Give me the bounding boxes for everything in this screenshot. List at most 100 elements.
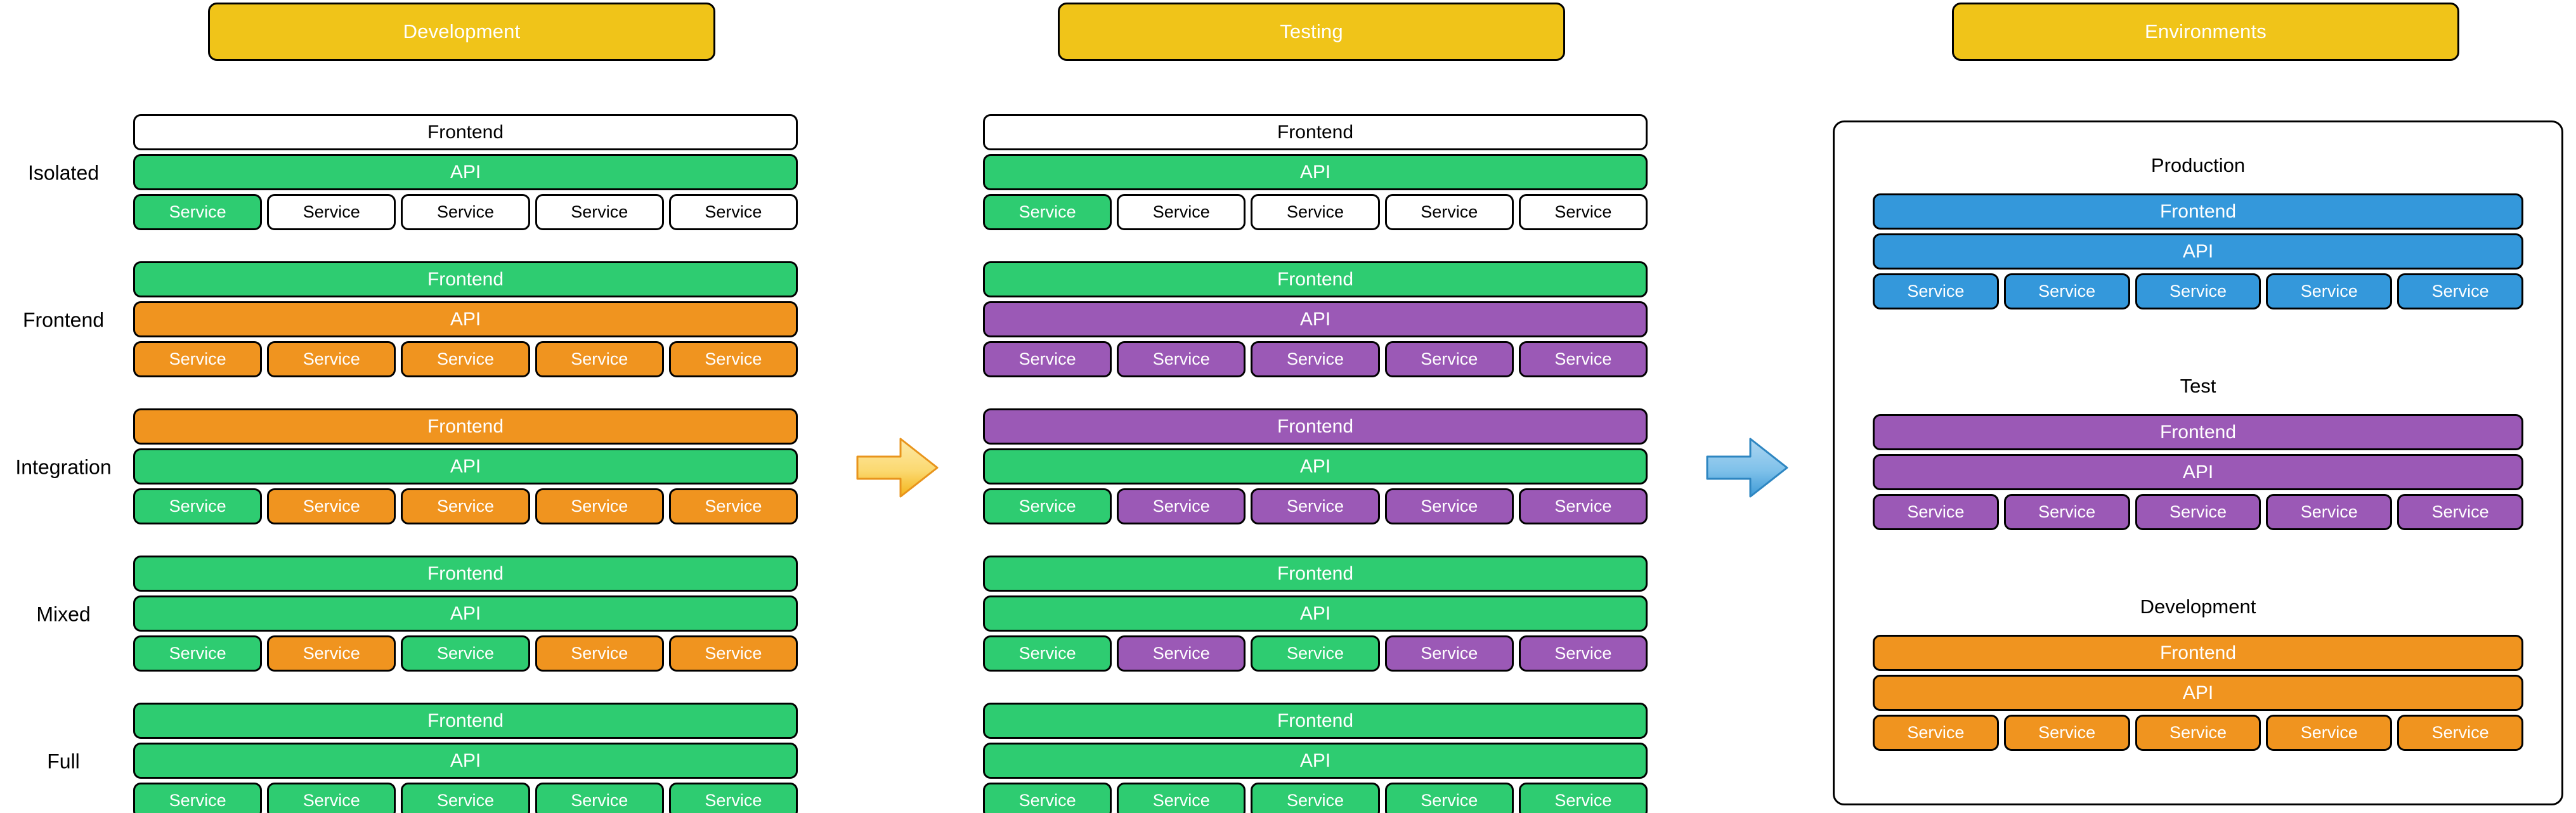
frontend-bar[interactable]: Frontend bbox=[1873, 414, 2523, 450]
service-box[interactable]: Service bbox=[668, 783, 798, 813]
frontend-bar[interactable]: Frontend bbox=[1873, 193, 2523, 230]
service-box[interactable]: Service bbox=[267, 488, 396, 524]
service-box[interactable]: Service bbox=[401, 635, 530, 672]
service-box[interactable]: Service bbox=[1873, 494, 1999, 530]
frontend-bar[interactable]: Frontend bbox=[133, 114, 798, 150]
service-box[interactable]: Service bbox=[983, 341, 1112, 377]
api-bar[interactable]: API bbox=[1873, 454, 2523, 490]
service-box[interactable]: Service bbox=[535, 194, 664, 230]
service-box[interactable]: Service bbox=[401, 488, 530, 524]
service-box[interactable]: Service bbox=[535, 783, 664, 813]
service-box[interactable]: Service bbox=[1384, 635, 1514, 672]
services-row: Service Service Service Service Service bbox=[133, 488, 798, 524]
service-box[interactable]: Service bbox=[2003, 273, 2130, 309]
service-box[interactable]: Service bbox=[1873, 715, 1999, 751]
service-box-label: Service bbox=[1152, 791, 1210, 810]
service-box[interactable]: Service bbox=[2397, 494, 2523, 530]
service-box[interactable]: Service bbox=[1251, 488, 1380, 524]
api-bar[interactable]: API bbox=[983, 595, 1648, 632]
service-box[interactable]: Service bbox=[1518, 488, 1648, 524]
api-bar[interactable]: API bbox=[983, 743, 1648, 779]
service-box[interactable]: Service bbox=[1518, 194, 1648, 230]
service-box-label: Service bbox=[1152, 497, 1210, 516]
api-bar[interactable]: API bbox=[133, 448, 798, 485]
service-box[interactable]: Service bbox=[668, 488, 798, 524]
service-box[interactable]: Service bbox=[668, 194, 798, 230]
frontend-bar[interactable]: Frontend bbox=[983, 114, 1648, 150]
frontend-bar-label: Frontend bbox=[427, 415, 504, 437]
service-box[interactable]: Service bbox=[133, 635, 263, 672]
frontend-bar[interactable]: Frontend bbox=[983, 703, 1648, 739]
service-box[interactable]: Service bbox=[267, 635, 396, 672]
api-bar[interactable]: API bbox=[983, 154, 1648, 190]
service-box[interactable]: Service bbox=[1518, 783, 1648, 813]
service-box[interactable]: Service bbox=[401, 783, 530, 813]
api-bar[interactable]: API bbox=[983, 301, 1648, 337]
service-box[interactable]: Service bbox=[2135, 273, 2261, 309]
api-bar[interactable]: API bbox=[983, 448, 1648, 485]
service-box[interactable]: Service bbox=[668, 635, 798, 672]
column-header-testing[interactable]: Testing bbox=[1058, 3, 1565, 61]
service-box[interactable]: Service bbox=[983, 194, 1112, 230]
service-box[interactable]: Service bbox=[1117, 341, 1246, 377]
service-box[interactable]: Service bbox=[1251, 635, 1380, 672]
service-box[interactable]: Service bbox=[668, 341, 798, 377]
service-box[interactable]: Service bbox=[2397, 715, 2523, 751]
api-bar[interactable]: API bbox=[1873, 233, 2523, 270]
service-box[interactable]: Service bbox=[535, 341, 664, 377]
frontend-bar[interactable]: Frontend bbox=[133, 556, 798, 592]
service-box[interactable]: Service bbox=[133, 194, 263, 230]
column-header-development[interactable]: Development bbox=[208, 3, 715, 61]
service-box[interactable]: Service bbox=[1518, 341, 1648, 377]
api-bar[interactable]: API bbox=[133, 595, 798, 632]
service-box[interactable]: Service bbox=[2266, 715, 2393, 751]
service-box[interactable]: Service bbox=[535, 635, 664, 672]
service-box[interactable]: Service bbox=[1251, 783, 1380, 813]
service-box[interactable]: Service bbox=[133, 783, 263, 813]
column-header-environments[interactable]: Environments bbox=[1952, 3, 2459, 61]
service-box[interactable]: Service bbox=[401, 194, 530, 230]
frontend-bar[interactable]: Frontend bbox=[133, 408, 798, 445]
api-bar[interactable]: API bbox=[133, 743, 798, 779]
service-box[interactable]: Service bbox=[2003, 715, 2130, 751]
service-box[interactable]: Service bbox=[2266, 494, 2393, 530]
service-box[interactable]: Service bbox=[983, 488, 1112, 524]
service-box-label: Service bbox=[302, 497, 360, 516]
service-box[interactable]: Service bbox=[2135, 715, 2261, 751]
api-bar[interactable]: API bbox=[1873, 675, 2523, 711]
service-box[interactable]: Service bbox=[267, 783, 396, 813]
service-box[interactable]: Service bbox=[1251, 194, 1380, 230]
service-box[interactable]: Service bbox=[1384, 341, 1514, 377]
api-bar[interactable]: API bbox=[133, 301, 798, 337]
service-box[interactable]: Service bbox=[2397, 273, 2523, 309]
service-box[interactable]: Service bbox=[1384, 488, 1514, 524]
service-box[interactable]: Service bbox=[1384, 783, 1514, 813]
service-box[interactable]: Service bbox=[2266, 273, 2393, 309]
frontend-bar[interactable]: Frontend bbox=[133, 261, 798, 297]
service-box[interactable]: Service bbox=[1384, 194, 1514, 230]
service-box[interactable]: Service bbox=[133, 341, 263, 377]
service-box[interactable]: Service bbox=[2135, 494, 2261, 530]
service-box[interactable]: Service bbox=[267, 194, 396, 230]
service-box[interactable]: Service bbox=[983, 635, 1112, 672]
service-box[interactable]: Service bbox=[1251, 341, 1380, 377]
frontend-bar[interactable]: Frontend bbox=[133, 703, 798, 739]
frontend-bar[interactable]: Frontend bbox=[1873, 635, 2523, 671]
service-box[interactable]: Service bbox=[1873, 273, 1999, 309]
service-box[interactable]: Service bbox=[1117, 783, 1246, 813]
service-box[interactable]: Service bbox=[401, 341, 530, 377]
service-box[interactable]: Service bbox=[983, 783, 1112, 813]
frontend-bar[interactable]: Frontend bbox=[983, 261, 1648, 297]
service-box[interactable]: Service bbox=[2003, 494, 2130, 530]
service-box-label: Service bbox=[2169, 723, 2227, 742]
service-box[interactable]: Service bbox=[535, 488, 664, 524]
frontend-bar[interactable]: Frontend bbox=[983, 408, 1648, 445]
service-box[interactable]: Service bbox=[133, 488, 263, 524]
service-box[interactable]: Service bbox=[1518, 635, 1648, 672]
frontend-bar[interactable]: Frontend bbox=[983, 556, 1648, 592]
service-box[interactable]: Service bbox=[1117, 635, 1246, 672]
service-box[interactable]: Service bbox=[1117, 194, 1246, 230]
api-bar[interactable]: API bbox=[133, 154, 798, 190]
service-box[interactable]: Service bbox=[267, 341, 396, 377]
service-box[interactable]: Service bbox=[1117, 488, 1246, 524]
